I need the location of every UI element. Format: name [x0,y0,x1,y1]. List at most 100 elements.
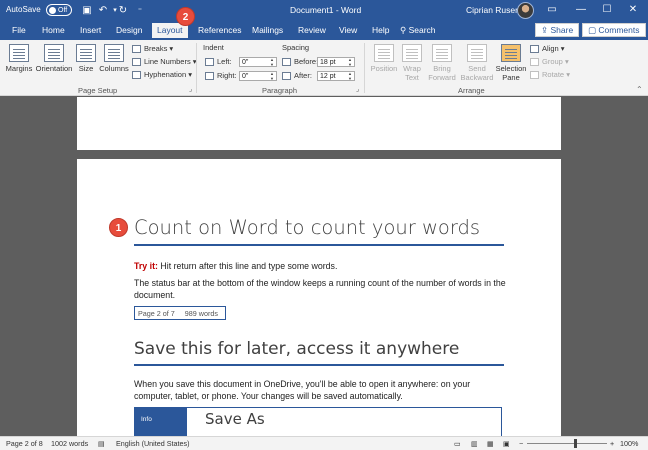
send-backward-button[interactable]: Send Backward [459,44,495,82]
selection-pane-button[interactable]: Selection Pane [495,44,527,82]
indent-left-icon [205,57,214,66]
comments-button[interactable]: ▢ Comments [582,23,646,37]
window-title: Document1 - Word [290,5,362,15]
close-icon[interactable]: ✕ [626,3,640,17]
minimize-icon[interactable]: — [574,3,588,17]
language[interactable]: English (United States) [116,439,190,448]
tab-review[interactable]: Review [296,25,328,35]
spacing-after-icon [282,71,291,80]
save-as-sidebar: Info [135,408,187,436]
status-paragraph[interactable]: The status bar at the bottom of the wind… [134,277,509,301]
indent-left-label: Left: [205,57,232,66]
line-numbers-button[interactable]: Line Numbers ▾ [132,57,197,66]
page-count[interactable]: Page 2 of 8 [6,439,43,448]
redo-icon[interactable]: ↻ [116,4,130,18]
columns-icon [104,44,124,62]
toggle-knob-icon [49,6,56,14]
wrap-text-icon [402,44,422,62]
spacing-before-label: Before: [282,57,318,66]
group-button[interactable]: Group ▾ [530,57,569,66]
indent-right-input[interactable]: 0" [239,71,277,81]
indent-left-input[interactable]: 0" [239,57,277,67]
position-icon [374,44,394,62]
zoom-in-button[interactable]: + [610,439,614,448]
align-button[interactable]: Align ▾ [530,44,565,53]
tab-file[interactable]: File [10,25,28,35]
bring-forward-icon [432,44,452,62]
paragraph-group-label: Paragraph [262,86,298,95]
tab-design[interactable]: Design [114,25,144,35]
collapse-ribbon-icon[interactable]: ⌃ [636,85,643,94]
margins-icon [9,44,29,62]
spacing-before-icon [282,57,291,66]
selection-pane-icon [501,44,521,62]
proofing-icon[interactable]: ▤ [98,439,105,448]
try-it-paragraph[interactable]: Try it: Hit return after this line and t… [134,260,509,272]
margins-button[interactable]: Margins [4,44,34,73]
zoom-slider-track[interactable] [527,443,607,444]
customize-toolbar-icon[interactable]: ⁼ [133,4,147,18]
hyphenation-button[interactable]: Hyphenation ▾ [132,70,192,79]
zoom-slider-handle[interactable] [574,439,577,448]
tab-mailings[interactable]: Mailings [250,25,285,35]
document-canvas[interactable]: Count on Word to count your words Try it… [0,97,648,436]
maximize-icon[interactable]: ☐ [600,3,614,17]
heading-underline [134,364,504,366]
autosave-toggle[interactable]: Off [46,4,72,16]
heading-1[interactable]: Count on Word to count your words [134,216,504,239]
position-button[interactable]: Position [368,44,400,73]
share-button[interactable]: ⇪ Share [535,23,580,37]
send-backward-icon [467,44,487,62]
save-as-illustration: Info Save As [134,407,502,436]
rotate-button[interactable]: Rotate ▾ [530,70,570,79]
user-name[interactable]: Ciprian Rusen [466,5,520,15]
spacing-before-input[interactable]: 18 pt [317,57,355,67]
zoom-level[interactable]: 100% [620,439,638,448]
page-setup-launcher-icon[interactable]: ⌟ [189,85,192,93]
onedrive-paragraph[interactable]: When you save this document in OneDrive,… [134,378,509,402]
wrap-text-button[interactable]: Wrap Text [400,44,424,82]
line-numbers-icon [132,57,141,66]
tab-references[interactable]: References [196,25,243,35]
tab-view[interactable]: View [337,25,359,35]
try-it-label: Try it: [134,261,158,271]
group-separator [196,43,197,93]
heading-2[interactable]: Save this for later, access it anywhere [134,339,504,359]
breaks-button[interactable]: Breaks ▾ [132,44,173,53]
annotation-badge-1: 1 [109,218,128,237]
spacing-after-input[interactable]: 12 pt [317,71,355,81]
columns-button[interactable]: Columns [98,44,130,73]
tab-insert[interactable]: Insert [78,25,103,35]
print-layout-icon[interactable]: ▦ [487,439,494,448]
document-page[interactable]: Count on Word to count your words Try it… [77,159,561,436]
web-layout-icon[interactable]: ▣ [503,439,510,448]
vertical-scrollbar[interactable] [638,97,648,436]
save-icon[interactable]: ▣ [80,4,94,18]
read-mode-icon[interactable]: ▥ [471,439,478,448]
tab-help[interactable]: Help [370,25,391,35]
tab-home[interactable]: Home [40,25,67,35]
document-page-previous[interactable] [77,97,561,150]
orientation-button[interactable]: Orientation [34,44,74,73]
status-bar-illustration: Page 2 of 7 989 words [134,306,226,320]
indent-right-label: Right: [205,71,237,80]
autosave-label: AutoSave [6,5,41,14]
annotation-badge-2: 2 [176,7,195,26]
paragraph-launcher-icon[interactable]: ⌟ [356,85,359,93]
group-icon [530,57,539,66]
comment-icon: ▢ [588,24,599,35]
ribbon-tabs: File Home Insert Design Layout Reference… [0,22,648,40]
bring-forward-button[interactable]: Bring Forward [425,44,459,82]
avatar[interactable] [517,2,534,19]
page-setup-group-label: Page Setup [78,86,118,95]
arrange-group-label: Arrange [458,86,485,95]
hyphenation-icon [132,70,141,79]
size-button[interactable]: Size [75,44,97,73]
title-bar: AutoSave Off ▣ ↶ ▾ ↻ ⁼ Document1 - Word … [0,0,648,22]
zoom-out-button[interactable]: − [519,439,523,448]
focus-mode-icon[interactable]: ▭ [454,439,461,448]
ribbon-display-options-icon[interactable]: ▭ [545,3,559,17]
indent-right-icon [205,71,214,80]
search-box[interactable]: ⚲ Search [400,25,436,36]
word-count[interactable]: 1002 words [51,439,88,448]
